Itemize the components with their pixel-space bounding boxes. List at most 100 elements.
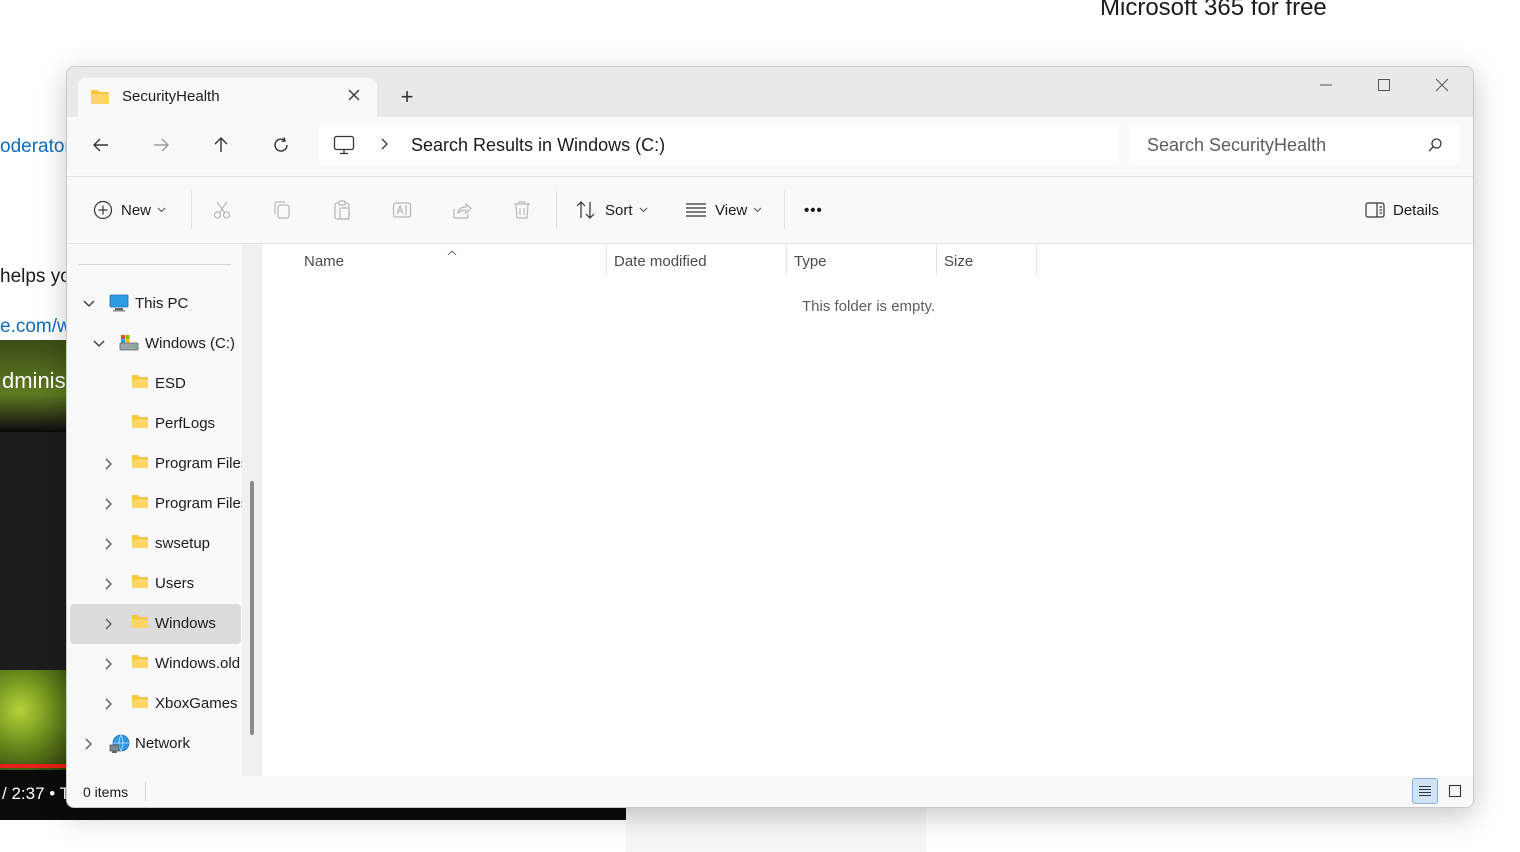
column-header-date-modified[interactable]: Date modified [614,253,707,270]
new-button[interactable]: New [93,194,166,226]
new-tab-button[interactable]: + [397,86,417,108]
tree-item-network[interactable]: Network [67,724,262,764]
folder-icon [131,574,149,594]
address-bar[interactable]: Search Results in Windows (C:) [319,125,1119,165]
folder-icon [131,374,149,394]
navigation-pane-scrollbar-thumb[interactable] [250,481,254,735]
video-title-fragment: dminis [2,368,66,393]
background-video-player[interactable]: dminis [0,340,66,770]
copy-icon [274,201,290,219]
delete-button[interactable] [512,194,532,226]
details-view-button[interactable] [1412,778,1438,804]
sort-button[interactable]: Sort [575,194,648,226]
breadcrumb-path[interactable]: Search Results in Windows (C:) [411,135,665,156]
rename-icon [392,202,412,218]
tree-item-perflogs[interactable]: PerfLogs [67,404,262,444]
tree-item-program-files-x86[interactable]: Program Files (x86) [67,484,262,524]
folder-icon [131,414,149,434]
chevron-right-icon[interactable] [101,696,117,712]
back-arrow-icon [93,138,108,152]
sort-icon [576,201,595,219]
copy-button[interactable] [272,194,292,226]
tree-label: Program Files [155,455,242,472]
sort-button-label: Sort [605,201,633,219]
paste-button[interactable] [332,194,352,226]
add-icon [93,200,113,220]
chevron-down-icon[interactable] [81,296,97,312]
chevron-right-icon[interactable] [101,656,117,672]
refresh-button[interactable] [261,125,301,165]
details-pane-icon [1365,202,1385,218]
tree-item-users[interactable]: Users [67,564,262,604]
background-gray-strip [626,806,926,852]
column-separator[interactable] [936,244,937,276]
this-pc-icon[interactable] [333,135,355,160]
close-icon [1435,78,1449,92]
chevron-down-icon[interactable] [91,336,107,352]
search-input[interactable]: Search SecurityHealth [1147,135,1326,156]
video-thumbnail-bottom [0,670,66,770]
details-pane-label: Details [1393,201,1439,219]
folder-icon [131,454,149,474]
chevron-right-icon[interactable] [101,616,117,632]
tree-item-swsetup[interactable]: swsetup [67,524,262,564]
status-bar: 0 items [67,776,1473,807]
forward-button[interactable] [141,125,181,165]
chevron-right-icon[interactable] [101,536,117,552]
search-icon[interactable] [1427,137,1443,158]
view-button[interactable]: View [685,194,762,226]
more-options-button[interactable]: ••• [804,194,823,226]
tree-item-this-pc[interactable]: This PC [67,284,262,324]
tree-label: Network [135,735,191,752]
column-separator[interactable] [786,244,787,276]
large-icons-view-icon [1448,784,1462,798]
up-arrow-icon [214,137,228,152]
background-page-panel [0,85,66,340]
background-url-fragment[interactable]: e.com/w [0,316,71,338]
chevron-right-icon[interactable] [101,456,117,472]
chevron-down-icon [753,207,762,213]
cut-button[interactable] [212,194,232,226]
empty-folder-message: This folder is empty. [802,298,936,315]
tree-item-windows-old[interactable]: Windows.old [67,644,262,684]
tree-item-windows[interactable]: Windows [67,604,262,644]
status-separator [145,782,146,802]
chevron-right-icon[interactable] [81,736,97,752]
minimize-button[interactable] [1297,67,1355,103]
rename-button[interactable] [392,194,412,226]
chevron-right-icon[interactable] [101,496,117,512]
column-header-type[interactable]: Type [794,253,827,270]
column-separator[interactable] [606,244,607,276]
paste-icon [334,200,350,220]
tree-item-windows-c[interactable]: Windows (C:) [67,324,262,364]
tab-securityhealth[interactable]: SecurityHealth [78,78,377,117]
tab-close-icon[interactable] [344,86,364,106]
minimize-icon [1320,84,1332,86]
large-icons-view-button[interactable] [1442,778,1468,804]
close-window-button[interactable] [1413,67,1471,103]
chevron-right-icon[interactable] [101,576,117,592]
background-link-fragment[interactable]: oderator [0,136,71,158]
background-text-fragment: helps yo [0,266,71,287]
tree-item-xboxgames[interactable]: XboxGames [67,684,262,724]
breadcrumb-chevron-icon[interactable] [379,136,389,157]
search-box[interactable]: Search SecurityHealth [1129,125,1459,165]
tree-label: Program Files (x86) [155,495,242,512]
folder-icon [131,694,149,714]
back-button[interactable] [81,125,121,165]
up-button[interactable] [201,125,241,165]
share-button[interactable] [452,194,472,226]
video-progress-bar[interactable] [0,764,66,768]
folder-icon [131,494,149,514]
details-pane-button[interactable]: Details [1365,194,1439,226]
tree-item-esd[interactable]: ESD [67,364,262,404]
chevron-down-icon [639,207,647,213]
tree-item-program-files[interactable]: Program Files [67,444,262,484]
maximize-button[interactable] [1355,67,1413,103]
background-heading: Microsoft 365 for free [1100,0,1327,21]
column-header-name[interactable]: Name [304,253,344,270]
drive-icon [119,334,139,357]
column-header-size[interactable]: Size [944,253,973,270]
column-separator[interactable] [1036,244,1037,276]
toolbar-separator [556,191,557,229]
